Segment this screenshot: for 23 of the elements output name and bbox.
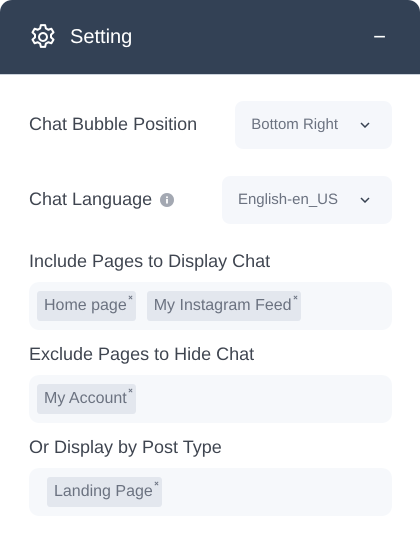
- panel-title: Setting: [70, 26, 134, 48]
- tags-field[interactable]: My Account: [29, 375, 392, 423]
- remove-icon[interactable]: [292, 295, 298, 300]
- remove-icon[interactable]: [154, 481, 159, 486]
- tag-label: My Instagram Feed: [154, 296, 292, 316]
- remove-icon[interactable]: [128, 295, 133, 300]
- tags-field[interactable]: Landing Page: [29, 468, 392, 516]
- field-label: Chat Language: [29, 189, 152, 210]
- field-label: Include Pages to Display Chat: [29, 251, 272, 272]
- collapse-button[interactable]: −: [367, 24, 392, 50]
- field-label: Or Display by Post Type: [29, 437, 223, 458]
- field-label: Chat Bubble Position: [29, 114, 198, 135]
- chevron-down-icon: [360, 122, 370, 128]
- info-icon[interactable]: [160, 192, 174, 206]
- tags-field[interactable]: Home page My Instagram Feed: [29, 282, 392, 330]
- field-label: Exclude Pages to Hide Chat: [29, 344, 256, 365]
- dropdown[interactable]: English-en_US: [222, 176, 392, 224]
- tag-label: Home page: [44, 296, 127, 316]
- tag-label: My Account: [44, 389, 127, 409]
- chevron-down-icon: [360, 196, 370, 202]
- tag-label: Landing Page: [54, 482, 153, 502]
- remove-icon[interactable]: [128, 388, 133, 393]
- dropdown[interactable]: Bottom Right: [235, 100, 392, 148]
